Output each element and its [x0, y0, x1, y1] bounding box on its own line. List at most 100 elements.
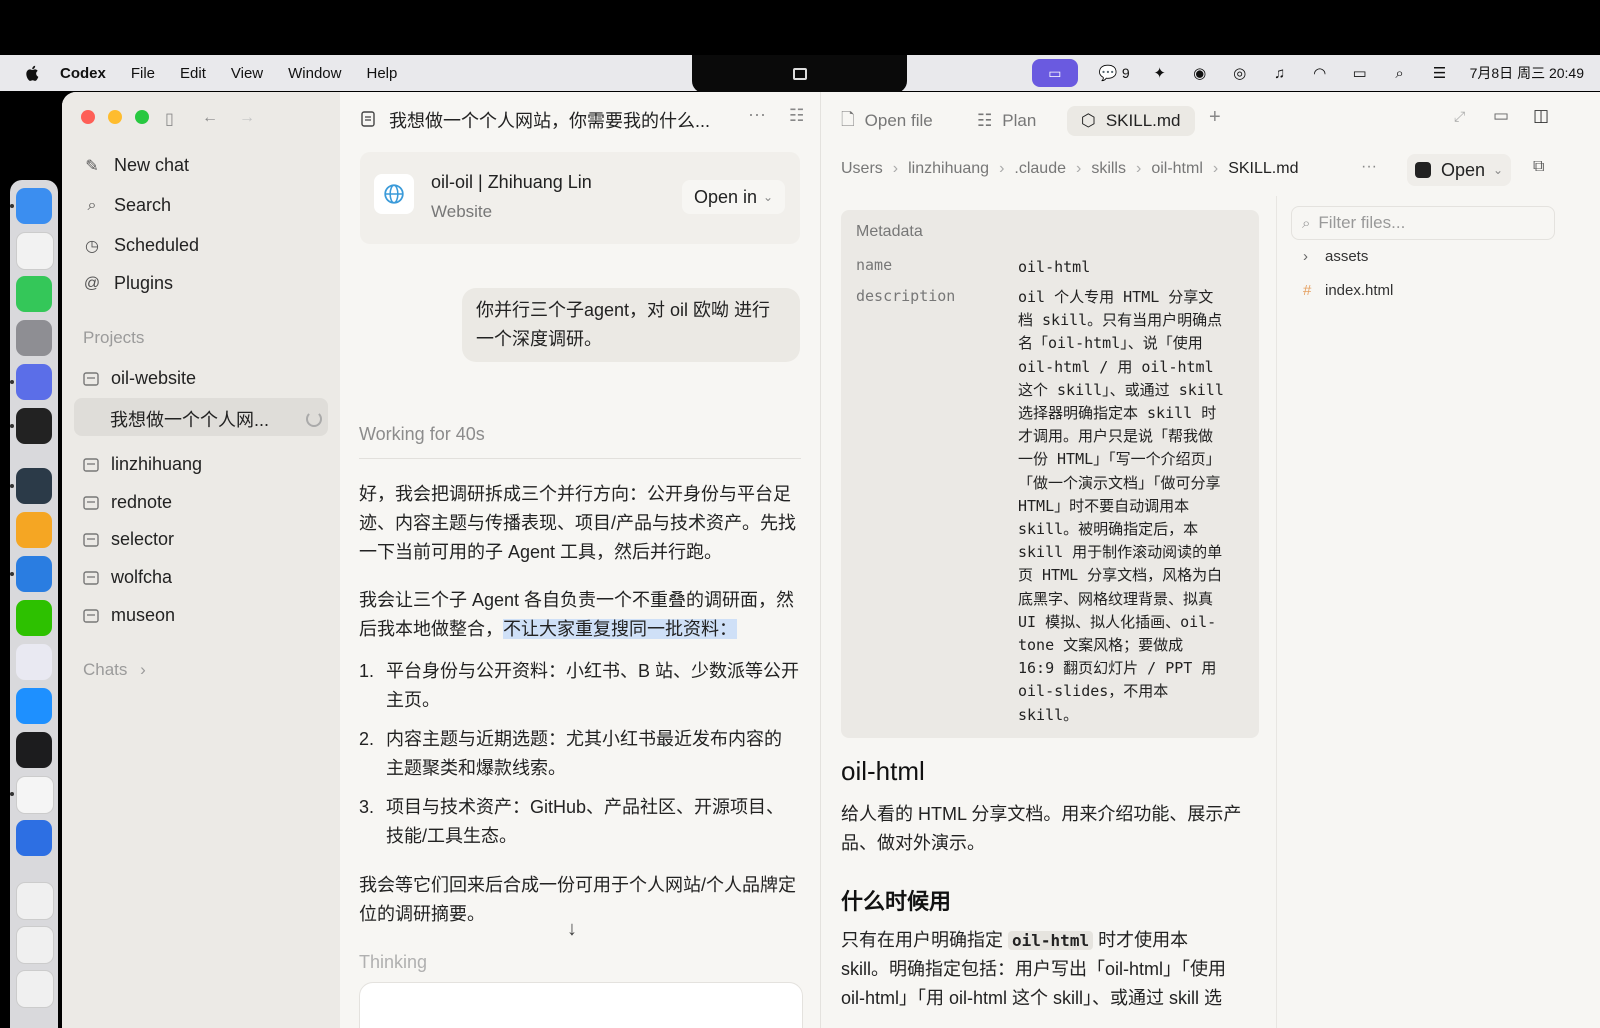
file-tree-folder-assets[interactable]: › assets	[1303, 248, 1368, 265]
breadcrumb-item[interactable]: skills	[1091, 160, 1126, 178]
filter-files-input[interactable]: ⌕ Filter files...	[1291, 206, 1555, 240]
close-button[interactable]	[81, 110, 95, 124]
bird-icon[interactable]: ✦	[1150, 63, 1170, 83]
scheduled-button[interactable]: ◷ Scheduled	[82, 235, 199, 256]
menu-help[interactable]: Help	[366, 65, 397, 82]
list-number: 3.	[359, 797, 375, 817]
control-center-icon[interactable]: ☰	[1430, 63, 1450, 83]
app-blue-icon[interactable]	[16, 364, 52, 400]
search-button[interactable]: ⌕ Search	[82, 195, 172, 216]
app-bolt-icon[interactable]	[16, 512, 52, 548]
tab-skill-md[interactable]: ⬡ SKILL.md	[1067, 106, 1195, 136]
panel-bottom-icon[interactable]: ▭	[1493, 106, 1509, 126]
desc-line: HTML」时不要自动调用本	[1018, 496, 1190, 515]
running-indicator	[10, 424, 14, 428]
typora-icon[interactable]	[16, 776, 54, 814]
project-selector[interactable]: selector	[82, 529, 174, 550]
document-icon-3[interactable]	[16, 970, 54, 1008]
chevron-right-icon: ›	[140, 660, 146, 679]
project-rednote[interactable]: rednote	[82, 492, 172, 513]
menu-edit[interactable]: Edit	[180, 65, 206, 82]
hash-icon: #	[1303, 282, 1312, 299]
tab-open-file[interactable]: 🗋 Open file	[841, 106, 933, 136]
filter-placeholder: Filter files...	[1318, 213, 1406, 232]
panel-right-icon[interactable]: ◫	[1533, 106, 1549, 126]
app-q-icon[interactable]	[16, 688, 52, 724]
desc-line: 名「oil-html」、说「使用	[1018, 334, 1203, 353]
file-tree-file-index[interactable]: # index.html	[1303, 282, 1393, 299]
battery-icon[interactable]: ▭	[1350, 63, 1370, 83]
chat-title: 我想做一个个人网站，你需要我的什么...	[389, 111, 711, 131]
more-options-icon[interactable]: ···	[1361, 158, 1377, 176]
new-chat-button[interactable]: ✎ New chat	[82, 155, 189, 176]
forward-arrow-icon[interactable]: →	[239, 109, 255, 127]
zoom-button[interactable]	[135, 110, 149, 124]
expand-icon[interactable]: ⤢	[1454, 108, 1465, 125]
app-cube-icon[interactable]	[16, 732, 52, 768]
spotlight-search-icon[interactable]: ⌕	[1390, 63, 1410, 83]
copy-icon[interactable]: ⧉	[1533, 158, 1544, 176]
screen-record-icon[interactable]	[792, 68, 807, 80]
launchpad-icon[interactable]	[16, 232, 54, 270]
list-text: 内容主题与近期选题：尤其小红书最近发布内容的主题聚类和爆款线索。	[386, 729, 782, 778]
document-icon[interactable]	[16, 882, 54, 920]
file-preview-pane: 🗋 Open file ☷ Plan ⬡ SKILL.md + ⤢ ▭ ◫ Us…	[820, 92, 1600, 1028]
folder-icon	[83, 495, 99, 510]
breadcrumb-current[interactable]: SKILL.md	[1228, 160, 1298, 178]
messages-icon[interactable]	[16, 276, 52, 312]
apple-icon[interactable]	[24, 64, 42, 82]
app-feather-icon[interactable]	[16, 644, 52, 680]
website-card[interactable]: oil-oil | Zhihuang Lin Website Open in ⌄	[360, 152, 800, 244]
file-tree-label: assets	[1325, 248, 1369, 265]
composer-input[interactable]	[359, 982, 803, 1028]
project-linzhihuang[interactable]: linzhihuang	[82, 454, 202, 475]
breadcrumb-item[interactable]: Users	[841, 160, 883, 178]
project-oil-website[interactable]: oil-website	[82, 368, 196, 389]
document-icon-2[interactable]	[16, 926, 54, 964]
list-view-icon[interactable]: ☷	[789, 106, 804, 126]
wechat-dock-icon[interactable]	[16, 600, 52, 636]
doc-heading-2: 什么时候用	[841, 889, 952, 914]
tab-plan[interactable]: ☷ Plan	[977, 106, 1036, 136]
settings-icon[interactable]	[16, 320, 52, 356]
project-wolfcha[interactable]: wolfcha	[82, 567, 172, 588]
wifi-icon[interactable]: ◠	[1310, 63, 1330, 83]
sidebar-toggle-icon[interactable]: ▯	[165, 109, 174, 129]
plugins-button[interactable]: @ Plugins	[82, 273, 173, 294]
desc-line: 才调用。用户只是说「帮我做	[1018, 427, 1214, 446]
project-museon[interactable]: museon	[82, 605, 175, 626]
menu-window[interactable]: Window	[288, 65, 341, 82]
list-number: 2.	[359, 729, 375, 749]
app-dark-icon[interactable]	[16, 408, 52, 444]
scroll-down-arrow-icon[interactable]: ↓	[567, 918, 577, 941]
running-indicator	[10, 380, 14, 384]
spiral-icon[interactable]: ◎	[1230, 63, 1250, 83]
minimize-button[interactable]	[108, 110, 122, 124]
app-code-icon[interactable]	[16, 468, 52, 504]
breadcrumb-item[interactable]: .claude	[1014, 160, 1066, 178]
clock-datetime[interactable]: 7月8日 周三 20:49	[1470, 63, 1584, 83]
more-options-icon[interactable]: ···	[748, 104, 766, 125]
back-arrow-icon[interactable]: ←	[202, 109, 218, 127]
breadcrumb-item[interactable]: oil-html	[1151, 160, 1203, 178]
music-icon[interactable]: ♫	[1270, 63, 1290, 83]
desc-line: skill。被明确指定后，本	[1018, 520, 1199, 539]
finder-icon[interactable]	[16, 188, 52, 224]
open-in-button[interactable]: Open in ⌄	[682, 180, 786, 214]
wechat-icon[interactable]: 💬	[1098, 63, 1118, 83]
menu-file[interactable]: File	[131, 65, 155, 82]
app-icon	[1415, 162, 1431, 178]
app-arrow-icon[interactable]	[16, 820, 52, 856]
clock-icon: ◷	[85, 237, 99, 255]
chats-section-toggle[interactable]: Chats ›	[83, 660, 146, 680]
open-button[interactable]: Open ⌄	[1407, 154, 1512, 186]
menu-app-name[interactable]: Codex	[60, 65, 106, 82]
circle-app-icon[interactable]: ◉	[1190, 63, 1210, 83]
app-mail-icon[interactable]	[16, 556, 52, 592]
breadcrumb-item[interactable]: linzhihuang	[908, 160, 989, 178]
chevron-right-icon: ›	[1075, 160, 1082, 177]
menu-view[interactable]: View	[231, 65, 263, 82]
screen-mirror-icon[interactable]: ▭	[1031, 59, 1078, 87]
add-tab-icon[interactable]: +	[1209, 106, 1221, 129]
chat-item-current[interactable]: 我想做一个个人网...	[110, 406, 269, 432]
